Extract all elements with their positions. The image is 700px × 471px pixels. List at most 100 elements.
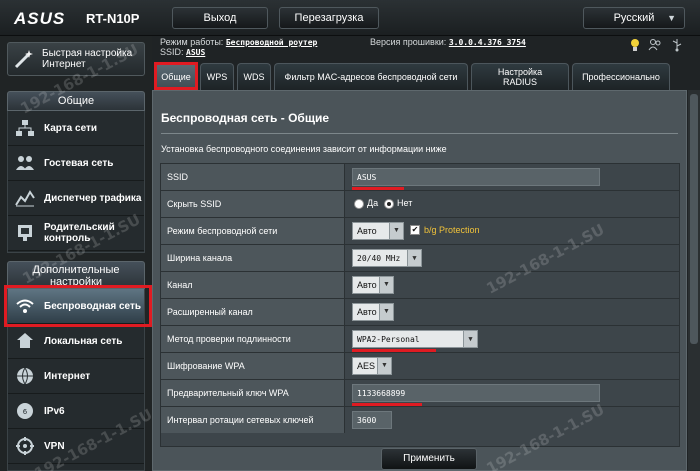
general-menu: Карта сети Гостевая сеть Диспетчер трафи… bbox=[7, 111, 145, 253]
magic-wand-icon bbox=[14, 50, 33, 69]
router-model: RT-N10P bbox=[86, 11, 140, 26]
extension-channel-label: Расширенный канал bbox=[161, 299, 345, 325]
bg-protection-label: b/g Protection bbox=[424, 225, 480, 235]
channel-select[interactable]: Авто ▼ bbox=[352, 276, 394, 294]
wireless-mode-value: Авто bbox=[357, 226, 377, 236]
channel-label: Канал bbox=[161, 272, 345, 298]
row-channel: Канал Авто ▼ bbox=[161, 272, 679, 299]
auth-method-select[interactable]: WPA2-Personal ▼ bbox=[352, 330, 478, 348]
status-strip: Режим работы: Беспроводной роутер Версия… bbox=[160, 36, 700, 58]
ssid-input[interactable]: ASUS bbox=[352, 168, 600, 186]
auth-method-label: Метод проверки подлинности bbox=[161, 326, 345, 352]
scrollbar[interactable] bbox=[688, 90, 700, 471]
channel-width-select[interactable]: 20/40 MHz ▼ bbox=[352, 249, 422, 267]
network-map-icon bbox=[16, 120, 34, 136]
mode-label: Режим работы: bbox=[160, 37, 224, 47]
chevron-down-icon: ▼ bbox=[463, 331, 477, 347]
usb-icon[interactable] bbox=[670, 38, 684, 52]
key-rotation-input[interactable]: 3600 bbox=[352, 411, 392, 429]
users-icon[interactable] bbox=[648, 38, 662, 52]
sidebar-item-ipv6[interactable]: 6 IPv6 bbox=[8, 394, 144, 429]
vpn-icon bbox=[16, 437, 34, 455]
internet-icon bbox=[17, 367, 33, 385]
row-hide-ssid: Скрыть SSID Да Нет bbox=[161, 191, 679, 218]
hide-ssid-yes-radio[interactable] bbox=[354, 199, 364, 209]
ipv6-icon: 6 bbox=[17, 403, 33, 419]
channel-value: Авто bbox=[357, 280, 377, 290]
lan-icon bbox=[17, 333, 33, 348]
hide-ssid-label: Скрыть SSID bbox=[161, 191, 345, 217]
page-title: Беспроводная сеть - Общие bbox=[161, 111, 330, 125]
tab-radius[interactable]: Настройка RADIUS bbox=[471, 63, 569, 90]
wpa-key-input[interactable]: 1133668899 bbox=[352, 384, 600, 402]
sidebar-item-label: Локальная сеть bbox=[44, 335, 123, 347]
chevron-down-icon: ▼ bbox=[407, 250, 421, 266]
sidebar-item-label: Диспетчер трафика bbox=[44, 192, 142, 204]
sidebar-item-label: IPv6 bbox=[44, 405, 65, 417]
settings-panel: Беспроводная сеть - Общие Установка бесп… bbox=[152, 90, 687, 471]
sidebar-item-guest-network[interactable]: Гостевая сеть bbox=[8, 146, 144, 181]
parental-control-icon bbox=[18, 225, 32, 241]
hide-ssid-no-label: Нет bbox=[397, 198, 413, 208]
mode-link[interactable]: Беспроводной роутер bbox=[226, 38, 318, 47]
row-extension-channel: Расширенный канал Авто ▼ bbox=[161, 299, 679, 326]
chevron-down-icon: ▼ bbox=[667, 13, 676, 23]
tab-bar: Общие WPS WDS Фильтр MAC-адресов беспров… bbox=[152, 60, 700, 90]
tab-professional[interactable]: Профессионально bbox=[572, 63, 670, 90]
asus-logo: ASUS bbox=[14, 9, 66, 28]
row-wireless-mode: Режим беспроводной сети Авто ▼ ✔ b/g Pro… bbox=[161, 218, 679, 245]
sidebar-item-internet[interactable]: Интернет bbox=[8, 359, 144, 394]
guest-network-icon bbox=[16, 156, 34, 170]
sidebar-item-label: Гостевая сеть bbox=[44, 157, 114, 169]
bg-protection-checkbox[interactable]: ✔ bbox=[410, 225, 420, 235]
chevron-down-icon: ▼ bbox=[389, 223, 403, 239]
sidebar-item-label: VPN bbox=[44, 440, 65, 452]
sidebar-item-parental-control[interactable]: Родительский контроль bbox=[8, 216, 144, 251]
tab-wds[interactable]: WDS bbox=[237, 63, 271, 90]
hide-ssid-no-radio[interactable] bbox=[384, 199, 394, 209]
sidebar-item-lan[interactable]: Локальная сеть bbox=[8, 324, 144, 359]
row-auth-method: Метод проверки подлинности WPA2-Personal… bbox=[161, 326, 679, 353]
firmware-link[interactable]: 3.0.0.4.376_3754 bbox=[449, 38, 526, 47]
highlight-underline bbox=[352, 187, 404, 190]
wpa-key-label: Предварительный ключ WPA bbox=[161, 380, 345, 406]
highlight-underline bbox=[352, 403, 422, 406]
tab-mac-filter[interactable]: Фильтр MAC-адресов беспроводной сети bbox=[274, 63, 468, 90]
firmware-version: Версия прошивки: 3.0.0.4.376_3754 bbox=[370, 37, 526, 47]
highlight-frame bbox=[4, 285, 152, 327]
settings-form: SSID ASUS Скрыть SSID Да Нет Режим беспр… bbox=[160, 163, 680, 447]
lightbulb-icon[interactable] bbox=[628, 38, 642, 52]
section-general: Общие bbox=[7, 91, 145, 111]
operation-mode: Режим работы: Беспроводной роутер bbox=[160, 37, 317, 47]
language-select[interactable]: Русский ▼ bbox=[583, 7, 685, 29]
highlight-frame bbox=[154, 62, 198, 90]
apply-button[interactable]: Применить bbox=[381, 448, 477, 470]
chevron-down-icon: ▼ bbox=[377, 358, 391, 374]
logout-button[interactable]: Выход bbox=[172, 7, 268, 29]
svg-text:6: 6 bbox=[23, 408, 28, 416]
quick-setup-button[interactable]: Быстрая настройка Интернет bbox=[7, 42, 145, 76]
tab-wps[interactable]: WPS bbox=[200, 63, 234, 90]
wireless-mode-select[interactable]: Авто ▼ bbox=[352, 222, 404, 240]
key-rotation-label: Интервал ротации сетевых ключей bbox=[161, 407, 345, 433]
sidebar-item-label: Карта сети bbox=[44, 122, 98, 134]
sidebar-item-label: Родительский контроль bbox=[44, 222, 115, 244]
ssid-link[interactable]: ASUS bbox=[186, 48, 205, 57]
scrollbar-thumb[interactable] bbox=[690, 94, 698, 344]
channel-width-label: Ширина канала bbox=[161, 245, 345, 271]
ssid-label: SSID bbox=[161, 164, 345, 190]
reboot-button[interactable]: Перезагрузка bbox=[279, 7, 379, 29]
ssid-info: SSID: ASUS bbox=[160, 47, 205, 57]
extension-channel-select[interactable]: Авто ▼ bbox=[352, 303, 394, 321]
top-bar: ASUS RT-N10P Выход Перезагрузка Русский … bbox=[0, 0, 700, 36]
channel-width-value: 20/40 MHz bbox=[357, 253, 401, 263]
sidebar-item-network-map[interactable]: Карта сети bbox=[8, 111, 144, 146]
wpa-encryption-label: Шифрование WPA bbox=[161, 353, 345, 379]
sidebar-item-vpn[interactable]: VPN bbox=[8, 429, 144, 464]
row-ssid: SSID ASUS bbox=[161, 164, 679, 191]
sidebar-item-traffic-manager[interactable]: Диспетчер трафика bbox=[8, 181, 144, 216]
auth-method-value: WPA2-Personal bbox=[357, 334, 420, 344]
sidebar-item-label: Интернет bbox=[44, 370, 91, 382]
row-channel-width: Ширина канала 20/40 MHz ▼ bbox=[161, 245, 679, 272]
wpa-encryption-select[interactable]: AES ▼ bbox=[352, 357, 392, 375]
